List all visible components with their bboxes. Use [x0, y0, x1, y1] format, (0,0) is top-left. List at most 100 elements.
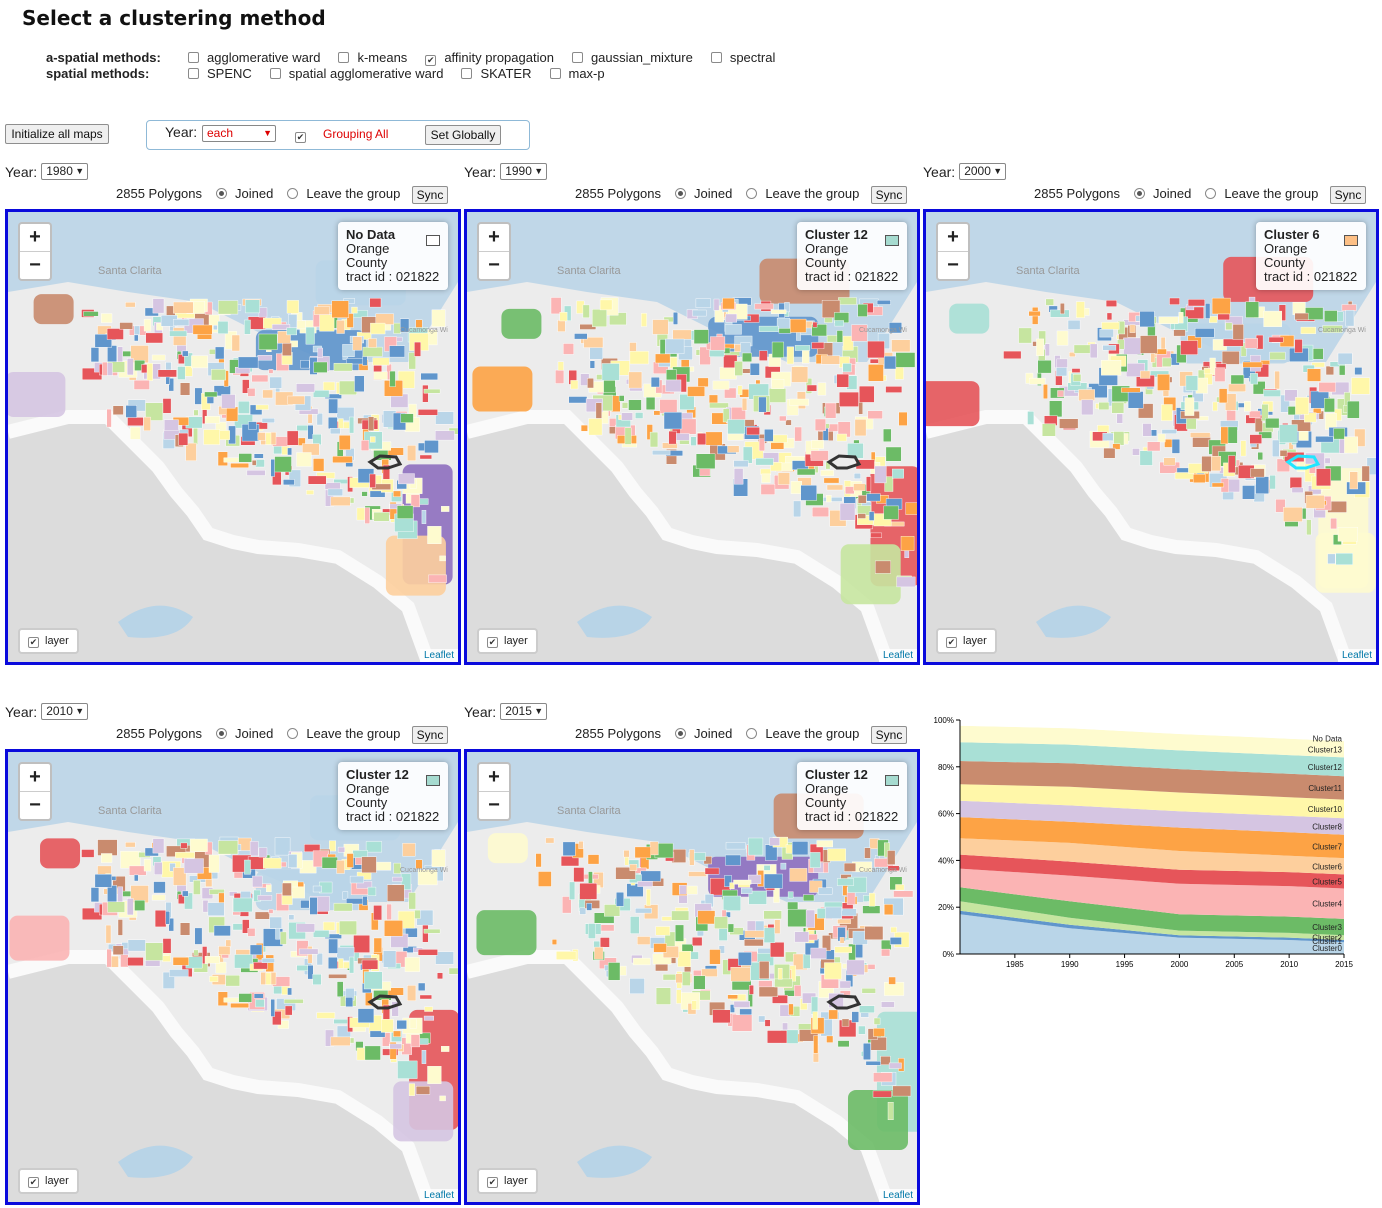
region-polygon	[949, 303, 990, 334]
leaflet-map[interactable]: Santa Clarita Cucamonga Wi + − No Data Orang…	[5, 209, 461, 665]
tract-polygon	[866, 476, 872, 492]
layer-checkbox[interactable]: ✔	[487, 636, 498, 648]
tract-polygon	[389, 345, 405, 358]
method-checkbox[interactable]	[549, 68, 561, 79]
tract-polygon	[1257, 451, 1264, 461]
zoom-in-icon[interactable]: +	[479, 764, 509, 792]
leaflet-map[interactable]: Santa Clarita Cucamonga Wi + − Cluster 12 Or…	[464, 749, 920, 1205]
method-label: SKATER	[480, 66, 532, 81]
tract-polygon	[1098, 401, 1110, 410]
layer-control[interactable]: ✔ layer	[477, 628, 538, 654]
layer-control[interactable]: ✔ layer	[18, 628, 79, 654]
leave-group-radio[interactable]	[287, 728, 299, 739]
year-select[interactable]: 2000 ▼	[959, 163, 1007, 180]
zoom-in-icon[interactable]: +	[938, 224, 968, 252]
leaflet-map[interactable]: Santa Clarita Cucamonga Wi + − Cluster 12 Or…	[464, 209, 920, 665]
method-checkbox[interactable]	[188, 52, 199, 63]
year-select[interactable]: 1990 ▼	[500, 163, 548, 180]
leaflet-attribution-link[interactable]: Leaflet	[419, 1189, 458, 1202]
tract-polygon	[427, 1066, 442, 1084]
sync-button[interactable]: Sync	[412, 186, 448, 204]
sync-button[interactable]: Sync	[871, 726, 907, 744]
tract-polygon	[875, 560, 891, 574]
zoom-out-icon[interactable]: −	[479, 252, 509, 279]
leaflet-attribution-link[interactable]: Leaflet	[878, 1189, 917, 1202]
series-label: Cluster6	[1312, 862, 1342, 871]
tract-polygon	[127, 417, 144, 426]
sync-button[interactable]: Sync	[412, 726, 448, 744]
tract-polygon	[579, 907, 587, 915]
year-select[interactable]: 1980 ▼	[41, 163, 89, 180]
joined-radio[interactable]	[1134, 188, 1146, 199]
leaflet-attribution-link[interactable]: Leaflet	[1337, 649, 1376, 662]
tract-polygon	[816, 908, 826, 919]
layer-checkbox[interactable]: ✔	[28, 636, 39, 648]
zoom-out-icon[interactable]: −	[938, 252, 968, 279]
method-checkbox[interactable]	[710, 52, 722, 63]
tract-polygon	[407, 985, 417, 1001]
sync-button[interactable]: Sync	[1330, 186, 1366, 204]
grouping-all-label: Grouping All	[323, 127, 389, 141]
tract-polygon	[180, 842, 188, 849]
x-tick-label: 2005	[1225, 960, 1243, 969]
set-globally-button[interactable]: Set Globally	[425, 125, 501, 145]
tract-polygon	[862, 905, 881, 914]
leaflet-attribution-link[interactable]: Leaflet	[419, 649, 458, 662]
layer-control[interactable]: ✔ layer	[936, 628, 997, 654]
layer-checkbox[interactable]: ✔	[946, 636, 957, 648]
leave-group-radio[interactable]	[746, 728, 758, 739]
tract-polygon	[313, 361, 328, 373]
tract-polygon	[1127, 391, 1144, 409]
method-checkbox[interactable]	[338, 52, 350, 63]
leaflet-map[interactable]: Santa Clarita Cucamonga Wi + − Cluster 6 Ora…	[923, 209, 1379, 665]
tract-polygon	[839, 980, 851, 989]
tract-polygon	[574, 333, 588, 340]
year-value: 1980	[46, 164, 73, 178]
leaflet-attribution-link[interactable]: Leaflet	[878, 649, 917, 662]
zoom-in-icon[interactable]: +	[20, 224, 50, 252]
tract-polygon	[119, 322, 133, 330]
tract-polygon	[1327, 553, 1336, 564]
method-checkbox[interactable]	[269, 68, 281, 79]
tract-polygon	[580, 424, 588, 432]
method-checkbox[interactable]	[188, 68, 199, 79]
zoom-out-icon[interactable]: −	[20, 792, 50, 819]
zoom-in-icon[interactable]: +	[479, 224, 509, 252]
leaflet-map[interactable]: Santa Clarita Cucamonga Wi + − Cluster 12 Or…	[5, 749, 461, 1205]
joined-radio[interactable]	[675, 188, 687, 199]
sync-button[interactable]: Sync	[871, 186, 907, 204]
tract-polygon	[255, 459, 265, 468]
polygon-count: 2855 Polygons	[575, 726, 662, 741]
leave-group-radio[interactable]	[1205, 188, 1217, 199]
zoom-out-icon[interactable]: −	[20, 252, 50, 279]
joined-radio[interactable]	[675, 728, 687, 739]
layer-control[interactable]: ✔ layer	[18, 1168, 79, 1194]
method-checkbox[interactable]	[571, 52, 583, 63]
method-checkbox[interactable]: ✔	[425, 55, 437, 66]
year-select[interactable]: 2015 ▼	[500, 703, 548, 720]
tract-polygon	[668, 430, 677, 445]
leave-group-radio[interactable]	[746, 188, 758, 199]
zoom-in-icon[interactable]: +	[20, 764, 50, 792]
year-select[interactable]: 2010 ▼	[41, 703, 89, 720]
layer-control[interactable]: ✔ layer	[477, 1168, 538, 1194]
year-value: 2010	[46, 704, 73, 718]
joined-radio[interactable]	[216, 728, 228, 739]
tract-polygon	[812, 321, 818, 328]
tract-polygon	[107, 362, 113, 376]
zoom-out-icon[interactable]: −	[479, 792, 509, 819]
layer-checkbox[interactable]: ✔	[28, 1176, 39, 1188]
tract-polygon	[1337, 527, 1358, 542]
tract-polygon	[1161, 357, 1172, 367]
info-tract-id: tract id : 021822	[1264, 269, 1358, 284]
initialize-all-maps-button[interactable]: Initialize all maps	[5, 124, 109, 144]
joined-radio[interactable]	[216, 188, 228, 199]
tract-polygon	[806, 384, 817, 392]
tract-polygon	[309, 897, 318, 915]
global-year-select[interactable]: each ▼	[202, 125, 276, 142]
grouping-all-checkbox[interactable]: ✔	[295, 132, 306, 143]
leave-group-radio[interactable]	[287, 188, 299, 199]
layer-checkbox[interactable]: ✔	[487, 1176, 498, 1188]
method-checkbox[interactable]	[461, 68, 473, 79]
tract-polygon	[1249, 434, 1262, 444]
